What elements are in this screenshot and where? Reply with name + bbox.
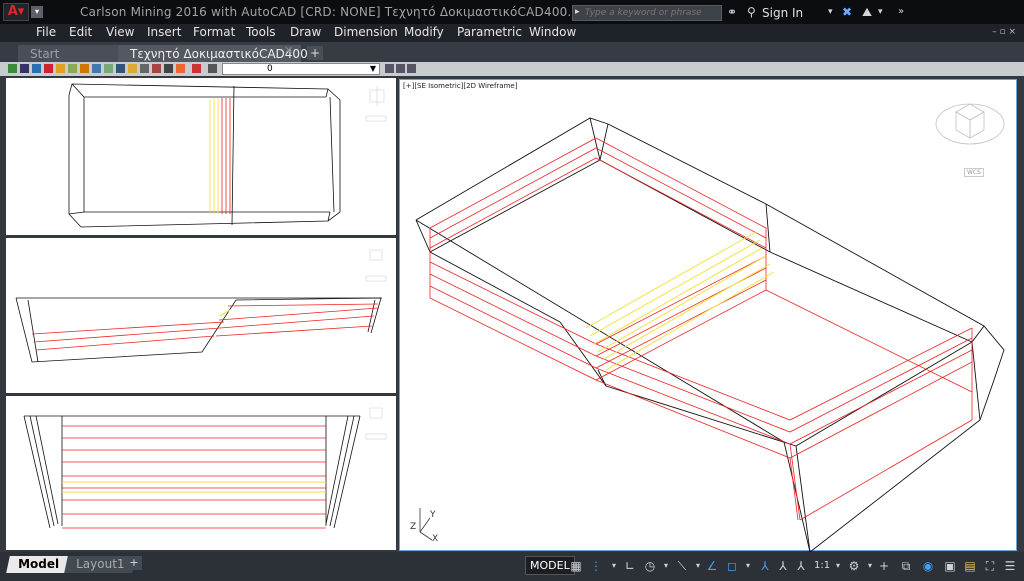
viewport-top[interactable] — [6, 78, 396, 235]
menu-parametric[interactable]: Parametric — [457, 25, 522, 39]
menu-edit[interactable]: Edit — [69, 25, 92, 39]
fullscreen-icon[interactable]: ⛶ — [982, 557, 998, 575]
more-icon[interactable]: » — [898, 6, 904, 17]
tab-model[interactable]: Model — [6, 556, 71, 573]
polar-icon[interactable]: ◷ — [642, 557, 658, 575]
chevron-down-icon: ▼ — [369, 64, 376, 73]
lock-ui-icon[interactable]: ▤ — [962, 557, 978, 575]
layer-isolate-icon[interactable] — [44, 64, 53, 73]
layer-prev-icon[interactable] — [407, 64, 416, 73]
snap-dropdown-icon[interactable]: ▾ — [606, 557, 622, 575]
make-current-icon[interactable] — [208, 64, 217, 73]
search-expand-icon[interactable]: ▸ — [575, 7, 580, 17]
layer-unisolate-icon[interactable] — [56, 64, 65, 73]
layer-dropdown[interactable]: 0 ▼ — [222, 63, 380, 75]
menu-view[interactable]: View — [106, 25, 134, 39]
menu-dimension[interactable]: Dimension — [334, 25, 398, 39]
layer-settings-icon[interactable] — [385, 64, 394, 73]
clean-screen-icon[interactable]: ▣ — [942, 557, 958, 575]
menu-tools[interactable]: Tools — [246, 25, 276, 39]
layer-copy-icon[interactable] — [164, 64, 173, 73]
layer-merge-icon[interactable] — [140, 64, 149, 73]
layer-current-icon[interactable] — [192, 64, 201, 73]
layer-delete-icon[interactable] — [152, 64, 161, 73]
ortho-icon[interactable]: ∟ — [622, 557, 638, 575]
binoculars-icon[interactable]: ⚭ — [727, 5, 737, 19]
window-title: Carlson Mining 2016 with AutoCAD [CRD: N… — [80, 5, 598, 19]
tab-layout1-label: Layout1 — [76, 557, 125, 571]
isolate-objects-icon[interactable]: ⧉ — [898, 557, 914, 575]
layer-dropdown-value: 0 — [267, 64, 273, 74]
layer-previous-icon[interactable] — [32, 64, 41, 73]
viewport-side[interactable] — [6, 396, 396, 550]
layer-change-icon[interactable] — [116, 64, 125, 73]
sign-in-button[interactable]: Sign In — [762, 6, 803, 20]
hardware-acceleration-icon[interactable]: ◉ — [920, 557, 936, 575]
layer-properties-icon[interactable] — [8, 64, 17, 73]
plus-icon[interactable]: + — [876, 557, 892, 575]
layer-state-icon[interactable] — [20, 64, 29, 73]
add-layout-button[interactable]: + — [126, 556, 142, 570]
layer-tools-icon[interactable] — [176, 64, 185, 73]
snap-icon[interactable]: ⋮ — [588, 557, 604, 575]
object-snap-icon[interactable]: ◻ — [724, 557, 740, 575]
tab-model-label: Model — [18, 557, 60, 571]
polar-dropdown-icon[interactable]: ▾ — [658, 557, 674, 575]
annotation-scale-value[interactable]: 1:1 — [814, 560, 830, 571]
layer-walk-icon[interactable] — [128, 64, 137, 73]
document-window-controls[interactable]: – ▫ × — [992, 27, 1016, 37]
viewport-front[interactable] — [6, 238, 396, 393]
user-icon[interactable]: ⚲ — [747, 5, 756, 19]
annotation-visibility-icon[interactable]: ⅄ — [757, 557, 773, 575]
menu-format[interactable]: Format — [193, 25, 235, 39]
top-view-drawing — [68, 83, 387, 228]
layer-off-icon[interactable] — [68, 64, 77, 73]
menu-insert[interactable]: Insert — [147, 25, 181, 39]
customization-menu-icon[interactable]: ☰ — [1002, 557, 1018, 575]
search-box[interactable]: ▸ — [572, 5, 722, 21]
ucs-y-label: Y — [430, 510, 436, 520]
isodraft-icon[interactable]: ⟍ — [674, 557, 690, 575]
new-tab-button[interactable]: + — [307, 46, 323, 60]
side-view-drawing — [23, 407, 387, 529]
file-tab-bar: Start Τεχνητό ΔοκιμαστικόCAD400* ✕ + — [0, 42, 1024, 62]
a360-dropdown-icon[interactable]: ▾ — [878, 7, 883, 17]
menu-bar: File Edit View Insert Format Tools Draw … — [0, 24, 1024, 42]
annotation-scale-icon[interactable]: ⅄ — [793, 557, 809, 575]
application-menu-button[interactable]: A▾ — [3, 3, 29, 21]
layer-freeze-icon[interactable] — [80, 64, 89, 73]
search-input[interactable] — [585, 6, 719, 20]
layer-match-icon[interactable] — [104, 64, 113, 73]
viewport-isometric[interactable]: [+][SE Isometric][2D Wireframe] Z Y X WC… — [399, 79, 1017, 552]
menu-modify[interactable]: Modify — [404, 25, 444, 39]
autocad-window: A▾ ▾ Carlson Mining 2016 with AutoCAD [C… — [0, 0, 1024, 581]
object-snap-tracking-icon[interactable]: ∠ — [704, 557, 720, 575]
ucs-z-label: Z — [410, 522, 417, 532]
gear-icon[interactable]: ⚙ — [846, 557, 862, 575]
front-view-drawing — [15, 249, 387, 363]
menu-window[interactable]: Window — [529, 25, 576, 39]
tab-start[interactable]: Start — [18, 45, 118, 62]
a360-icon[interactable]: ⛰ — [862, 5, 872, 20]
object-snap-dropdown-icon[interactable]: ▾ — [740, 557, 756, 575]
sign-in-dropdown-icon[interactable]: ▾ — [828, 7, 833, 17]
layers-toolbar: 0 ▼ — [0, 62, 1024, 76]
ucs-x-label: X — [432, 534, 439, 544]
status-bar: Model Layout1 + MODEL ▦ ⋮ ▾ ∟ ◷ ▾ ⟍ ▾ ∠ … — [0, 552, 1024, 581]
layer-lock-icon[interactable] — [92, 64, 101, 73]
exchange-icon[interactable]: ✖ — [842, 5, 852, 19]
scale-dropdown-icon[interactable]: ▾ — [830, 557, 846, 575]
menu-file[interactable]: File — [36, 25, 56, 39]
isometric-drawing — [415, 103, 1005, 552]
grid-icon[interactable]: ▦ — [568, 557, 584, 575]
wcs-menu[interactable]: WCS — [964, 168, 984, 177]
layer-filter-icon[interactable] — [396, 64, 405, 73]
tab-close-icon[interactable]: ✕ — [284, 44, 293, 57]
auto-scale-icon[interactable]: ⅄ — [775, 557, 791, 575]
tab-drawing[interactable]: Τεχνητό ΔοκιμαστικόCAD400* — [118, 45, 314, 62]
quick-access-dropdown-icon[interactable]: ▾ — [31, 6, 43, 18]
menu-draw[interactable]: Draw — [290, 25, 321, 39]
title-bar: A▾ ▾ Carlson Mining 2016 with AutoCAD [C… — [0, 0, 1024, 24]
